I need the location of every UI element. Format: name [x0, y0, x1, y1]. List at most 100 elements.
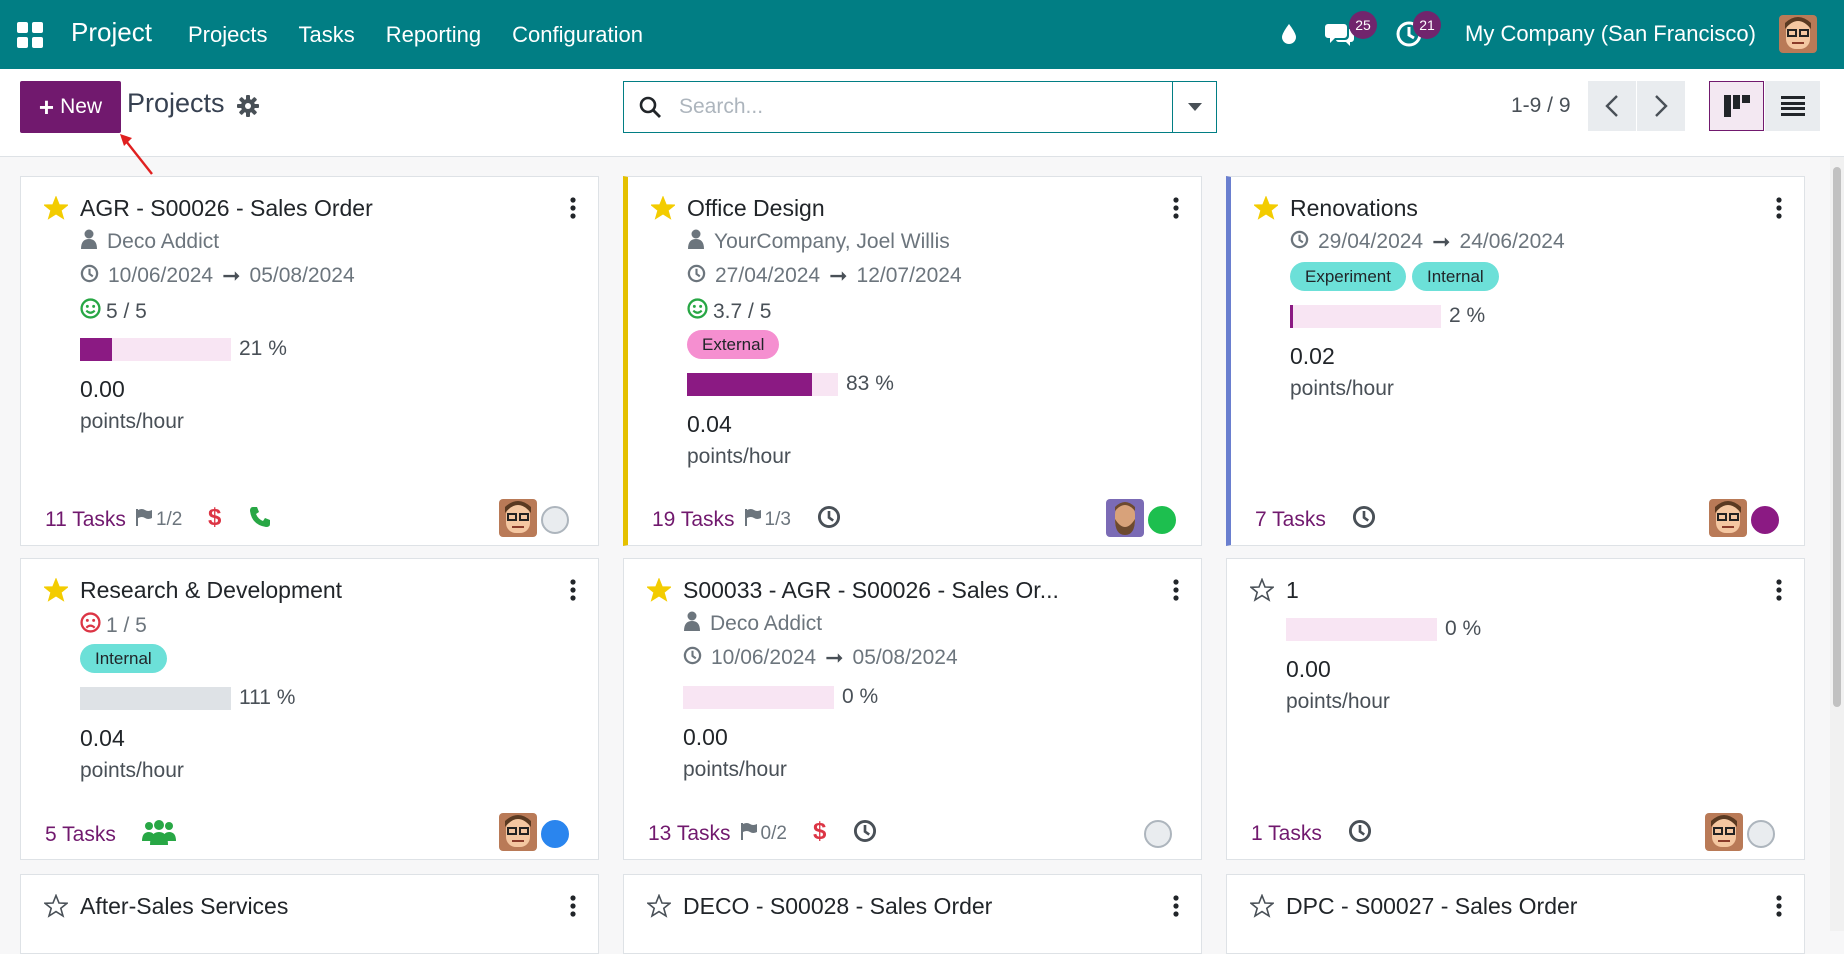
progress-track — [683, 685, 834, 709]
status-dot[interactable] — [1747, 820, 1775, 848]
project-card[interactable]: Office Design YourCompany, Joel Willis 27/… — [623, 176, 1202, 546]
more-options-icon[interactable] — [1776, 579, 1782, 606]
progress-percent: 0 % — [842, 685, 879, 708]
pager-next-button[interactable] — [1637, 81, 1685, 131]
project-card[interactable]: DPC - S00027 - Sales Order — [1226, 874, 1805, 954]
progress-percent: 0 % — [1445, 617, 1482, 640]
users-icon[interactable] — [141, 819, 176, 850]
tasks-link[interactable]: 11 Tasks — [45, 508, 126, 532]
project-title[interactable]: Office Design — [687, 195, 825, 222]
project-title[interactable]: Renovations — [1290, 195, 1418, 222]
person-icon — [687, 229, 705, 255]
star-outline-icon[interactable] — [42, 893, 70, 923]
status-dot[interactable] — [541, 506, 569, 534]
star-filled-icon[interactable] — [42, 195, 70, 225]
project-title[interactable]: AGR - S00026 - Sales Order — [80, 195, 373, 222]
app-name[interactable]: Project — [71, 17, 152, 48]
new-button[interactable]: + New — [20, 81, 121, 133]
milestones[interactable]: 1/3 — [744, 508, 791, 532]
menu-configuration[interactable]: Configuration — [512, 22, 643, 48]
star-filled-icon[interactable] — [42, 577, 70, 607]
project-title[interactable]: After-Sales Services — [80, 893, 288, 920]
tasks-link[interactable]: 7 Tasks — [1255, 508, 1326, 532]
menu-tasks[interactable]: Tasks — [298, 22, 354, 48]
kanban-view-button[interactable] — [1709, 81, 1764, 131]
more-options-icon[interactable] — [1173, 197, 1179, 224]
more-options-icon[interactable] — [570, 579, 576, 606]
project-title[interactable]: DPC - S00027 - Sales Order — [1286, 893, 1577, 920]
project-card[interactable]: DECO - S00028 - Sales Order — [623, 874, 1202, 954]
assignee-avatar[interactable] — [1106, 499, 1144, 537]
star-filled-icon[interactable] — [645, 577, 673, 607]
assignee-avatar[interactable] — [1705, 813, 1743, 851]
assignee-avatar[interactable] — [499, 499, 537, 537]
project-title[interactable]: DECO - S00028 - Sales Order — [683, 893, 992, 920]
project-card[interactable]: 1 0 % 0.00 points/hour 1 Tasks — [1226, 558, 1805, 860]
tag[interactable]: Internal — [1411, 262, 1499, 291]
milestones[interactable]: 1/2 — [135, 508, 182, 532]
pager-value[interactable]: 1-9 / 9 — [1511, 94, 1571, 118]
project-card[interactable]: AGR - S00026 - Sales Order Deco Addict 10/… — [20, 176, 599, 546]
assignee-avatar[interactable] — [1709, 499, 1747, 537]
tasks-link[interactable]: 19 Tasks — [652, 508, 735, 532]
more-options-icon[interactable] — [1173, 895, 1179, 922]
star-outline-icon[interactable] — [645, 893, 673, 923]
project-title[interactable]: Research & Development — [80, 577, 342, 604]
dollar-icon[interactable]: $ — [208, 504, 222, 534]
star-outline-icon[interactable] — [1248, 577, 1276, 607]
clock-icon[interactable] — [1348, 819, 1372, 848]
dollar-icon[interactable]: $ — [813, 818, 827, 848]
user-avatar[interactable] — [1779, 15, 1817, 53]
company-switcher[interactable]: My Company (San Francisco) — [1465, 21, 1756, 47]
search-options-toggle[interactable] — [1172, 82, 1216, 132]
clock-icon[interactable] — [853, 819, 877, 848]
status-dot[interactable] — [541, 820, 569, 848]
clock-icon[interactable] — [817, 505, 841, 534]
tag[interactable]: Internal — [80, 644, 167, 673]
tasks-link[interactable]: 5 Tasks — [45, 823, 116, 847]
clock-icon[interactable] — [1352, 505, 1376, 534]
star-outline-icon[interactable] — [1248, 893, 1276, 923]
project-card[interactable]: Renovations 29/04/2024 ➞ 24/06/2024 Experime… — [1226, 176, 1805, 546]
customer-rating[interactable]: 5 / 5 — [80, 298, 147, 325]
apps-menu-icon[interactable] — [17, 22, 43, 48]
star-filled-icon[interactable] — [1252, 195, 1280, 225]
more-options-icon[interactable] — [570, 895, 576, 922]
search-input[interactable] — [679, 90, 1149, 124]
clock-icon — [1290, 230, 1309, 255]
status-dot[interactable] — [1144, 820, 1172, 848]
customer-rating[interactable]: 3.7 / 5 — [687, 298, 771, 325]
clock-icon — [687, 264, 706, 289]
project-card[interactable]: After-Sales Services — [20, 874, 599, 954]
tag[interactable]: Experiment — [1290, 262, 1406, 291]
status-dot[interactable] — [1751, 506, 1779, 534]
more-options-icon[interactable] — [1776, 197, 1782, 224]
gear-icon[interactable] — [237, 95, 259, 122]
assignee-avatar[interactable] — [499, 813, 537, 851]
velocity-unit: points/hour — [1286, 690, 1390, 713]
project-card[interactable]: Research & Development 1 / 5 Internal 111 %… — [20, 558, 599, 860]
more-options-icon[interactable] — [1776, 895, 1782, 922]
drop-icon[interactable] — [1280, 22, 1298, 51]
star-filled-icon[interactable] — [649, 195, 677, 225]
project-title[interactable]: 1 — [1286, 577, 1299, 604]
project-card[interactable]: S00033 - AGR - S00026 - Sales Or... Deco … — [623, 558, 1202, 860]
list-view-button[interactable] — [1765, 81, 1820, 131]
progress-bar: 111 % — [80, 686, 295, 710]
status-dot[interactable] — [1148, 506, 1176, 534]
tasks-link[interactable]: 13 Tasks — [648, 822, 731, 846]
menu-reporting[interactable]: Reporting — [386, 22, 481, 48]
pager-previous-button[interactable] — [1588, 81, 1636, 131]
customer-rating[interactable]: 1 / 5 — [80, 612, 147, 639]
menu-projects[interactable]: Projects — [188, 22, 267, 48]
velocity-unit: points/hour — [80, 410, 184, 433]
more-options-icon[interactable] — [1173, 579, 1179, 606]
progress-bar: 83 % — [687, 372, 894, 396]
tag[interactable]: External — [687, 330, 780, 359]
more-options-icon[interactable] — [570, 197, 576, 224]
project-title[interactable]: S00033 - AGR - S00026 - Sales Or... — [683, 577, 1059, 604]
milestones[interactable]: 0/2 — [740, 822, 787, 846]
scrollbar[interactable] — [1830, 157, 1844, 931]
phone-icon[interactable] — [248, 505, 272, 534]
tasks-link[interactable]: 1 Tasks — [1251, 822, 1322, 846]
